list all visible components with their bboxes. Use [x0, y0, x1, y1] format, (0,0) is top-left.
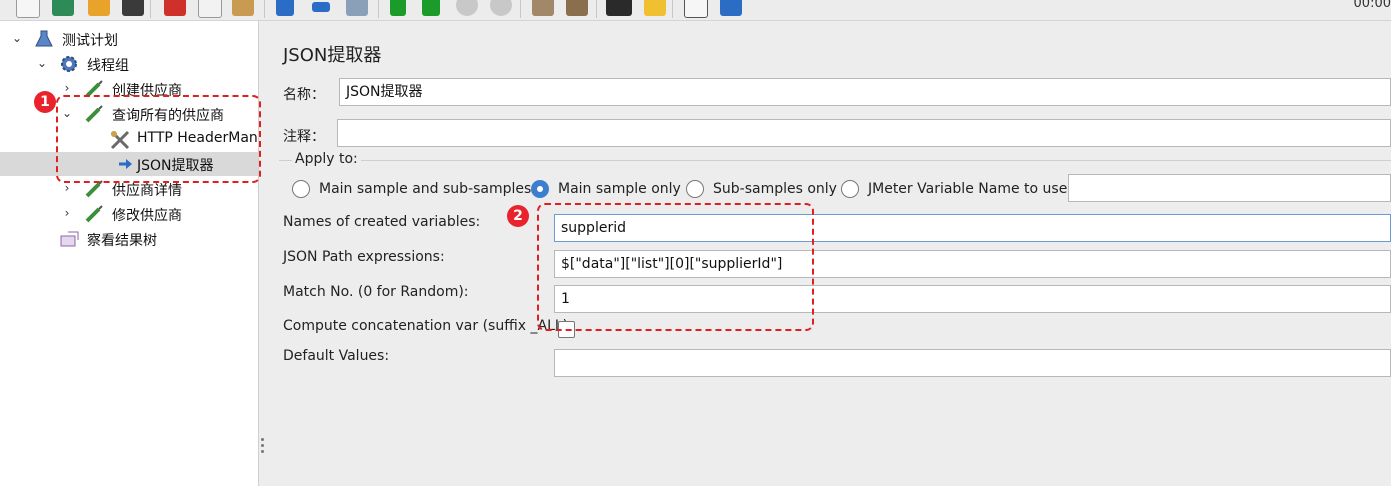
collapse-icon[interactable] — [312, 2, 330, 12]
tree-item-edit-supplier[interactable]: › 修改供应商 — [0, 202, 258, 226]
radio-label: Sub-samples only — [713, 181, 837, 197]
tree-item-label: 线程组 — [87, 58, 129, 74]
test-plan-icon — [35, 30, 53, 48]
function-helper-icon[interactable] — [684, 0, 708, 18]
search-icon[interactable] — [606, 0, 632, 16]
tree-item-label: 供应商详情 — [112, 183, 182, 199]
annotation-badge-1: 1 — [34, 91, 56, 113]
annotation-box-1 — [56, 95, 261, 183]
tree-item-label: 察看结果树 — [87, 233, 157, 249]
radio-jmeter-variable[interactable] — [841, 180, 859, 198]
splitter-handle[interactable] — [261, 438, 265, 456]
cut-icon[interactable] — [164, 0, 186, 16]
shutdown-icon[interactable] — [490, 0, 512, 16]
variable-names-label: Names of created variables: — [283, 214, 481, 230]
apply-to-legend: Apply to: — [292, 151, 361, 167]
radio-main-and-sub-samples[interactable] — [292, 180, 310, 198]
radio-sub-samples-only[interactable] — [686, 180, 704, 198]
json-path-label: JSON Path expressions: — [283, 249, 445, 265]
stop-icon[interactable] — [456, 0, 478, 16]
help-icon[interactable] — [720, 0, 742, 16]
json-extractor-panel: JSON提取器 名称： JSON提取器 注释： Apply to: Main s… — [271, 21, 1391, 486]
comment-label: 注释： — [283, 129, 325, 145]
default-values-field[interactable] — [554, 349, 1391, 377]
toggle-icon[interactable] — [346, 0, 368, 16]
radio-label: Main sample and sub-samples — [319, 181, 532, 197]
chevron-right-icon[interactable]: › — [61, 181, 73, 195]
chevron-right-icon[interactable]: › — [61, 81, 73, 95]
thread-group-gear-icon — [60, 55, 78, 73]
chevron-down-icon[interactable]: ⌄ — [36, 56, 48, 70]
clear-all-icon[interactable] — [566, 0, 588, 16]
annotation-box-2 — [537, 203, 814, 331]
open-icon[interactable] — [88, 0, 110, 16]
clear-icon[interactable] — [532, 0, 554, 16]
chevron-right-icon[interactable]: › — [61, 206, 73, 220]
radio-label: JMeter Variable Name to use — [868, 181, 1068, 197]
new-icon[interactable] — [16, 0, 40, 18]
toolbar: 00:00 — [0, 0, 1391, 21]
tree-item-label: 修改供应商 — [112, 208, 182, 224]
results-tree-icon — [60, 230, 79, 248]
tree-item-thread-group[interactable]: ⌄ 线程组 — [0, 52, 258, 76]
save-icon[interactable] — [122, 0, 144, 16]
tree-item-test-plan[interactable]: ⌄ 测试计划 — [0, 27, 258, 51]
copy-icon[interactable] — [198, 0, 222, 18]
page-title: JSON提取器 — [283, 45, 382, 66]
expand-icon[interactable] — [276, 0, 294, 16]
radio-main-sample-only[interactable] — [531, 180, 549, 198]
name-label: 名称： — [283, 87, 325, 103]
concatenation-label: Compute concatenation var (suffix _ALL): — [283, 318, 573, 334]
test-plan-tree: ⌄ 测试计划 ⌄ 线程组 › 创建供应商 ⌄ 查询所有的供应商 HTTP Hea… — [0, 21, 261, 486]
apply-to-group-border — [279, 160, 1391, 161]
comment-field[interactable] — [337, 119, 1391, 147]
tree-item-label: 测试计划 — [62, 33, 118, 49]
chevron-down-icon[interactable]: ⌄ — [11, 31, 23, 45]
start-icon[interactable] — [390, 0, 406, 16]
start-no-pause-icon[interactable] — [422, 0, 440, 16]
elapsed-timer: 00:00 — [1353, 0, 1391, 11]
templates-icon[interactable] — [52, 0, 74, 16]
match-number-label: Match No. (0 for Random): — [283, 284, 469, 300]
paste-icon[interactable] — [232, 0, 254, 16]
radio-label: Main sample only — [558, 181, 681, 197]
tree-item-results-tree[interactable]: 察看结果树 — [0, 227, 258, 251]
annotation-badge-2: 2 — [507, 205, 529, 227]
reset-search-icon[interactable] — [644, 0, 666, 16]
jmeter-variable-name-field[interactable] — [1068, 174, 1391, 202]
default-values-label: Default Values: — [283, 348, 390, 364]
http-sampler-icon — [85, 205, 103, 223]
name-field[interactable]: JSON提取器 — [339, 78, 1391, 106]
